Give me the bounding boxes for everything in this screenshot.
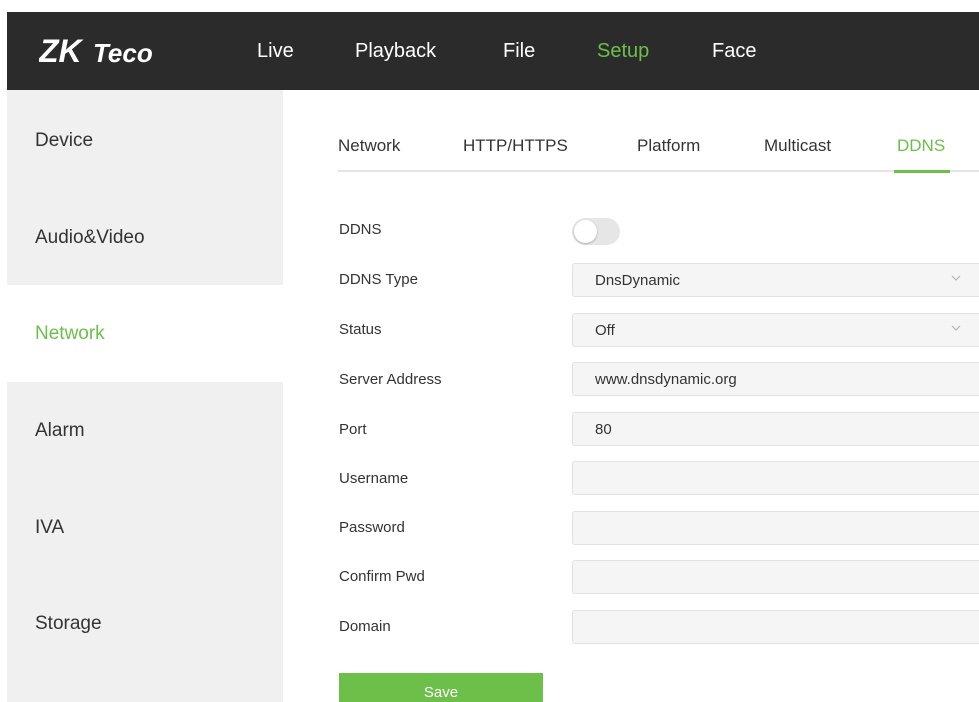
zkteco-logo: ZK Teco: [39, 33, 153, 69]
server-address-input[interactable]: www.dnsdynamic.org: [572, 362, 979, 396]
nav-face[interactable]: Face: [712, 40, 756, 63]
svg-text:ZK: ZK: [39, 33, 85, 69]
tab-platform[interactable]: Platform: [637, 136, 700, 156]
status-label: Status: [339, 321, 382, 338]
password-label: Password: [339, 519, 405, 536]
svg-text:Teco: Teco: [93, 38, 153, 68]
confirm-pwd-label: Confirm Pwd: [339, 568, 425, 585]
tab-ddns[interactable]: DDNS: [897, 136, 945, 156]
port-value: 80: [595, 420, 612, 438]
window-frame-top: [0, 0, 979, 12]
tab-multicast[interactable]: Multicast: [764, 136, 831, 156]
nav-playback[interactable]: Playback: [355, 40, 436, 63]
ddns-type-select[interactable]: DnsDynamic: [572, 263, 979, 297]
tab-network[interactable]: Network: [338, 136, 400, 156]
port-label: Port: [339, 421, 367, 438]
status-select[interactable]: Off: [572, 313, 979, 347]
sidebar-item-device[interactable]: Device: [7, 92, 283, 189]
window-frame-left: [0, 0, 7, 702]
save-button[interactable]: Save: [339, 673, 543, 702]
nav-live[interactable]: Live: [257, 40, 294, 63]
nav-file[interactable]: File: [503, 40, 535, 63]
nav-setup[interactable]: Setup: [597, 40, 649, 63]
sidebar-item-alarm[interactable]: Alarm: [7, 382, 283, 479]
sidebar-item-iva[interactable]: IVA: [7, 479, 283, 576]
password-input[interactable]: [572, 511, 979, 545]
chevron-down-icon: [951, 325, 961, 331]
ddns-toggle[interactable]: [572, 218, 620, 245]
sidebar-item-storage[interactable]: Storage: [7, 575, 283, 672]
sidebar: Device Audio&Video Network Alarm IVA Sto…: [7, 90, 283, 702]
ddns-type-label: DDNS Type: [339, 271, 418, 288]
domain-label: Domain: [339, 618, 391, 635]
status-value: Off: [595, 321, 615, 339]
top-nav-bar: ZK Teco Live Playback File Setup Face: [7, 12, 979, 90]
sidebar-item-network[interactable]: Network: [7, 285, 283, 382]
tab-http-https[interactable]: HTTP/HTTPS: [463, 136, 568, 156]
confirm-pwd-input[interactable]: [572, 560, 979, 594]
server-address-value: www.dnsdynamic.org: [595, 370, 737, 388]
sidebar-item-audio-video[interactable]: Audio&Video: [7, 189, 283, 286]
port-input[interactable]: 80: [572, 412, 979, 446]
ddns-label: DDNS: [339, 221, 382, 238]
chevron-down-icon: [951, 275, 961, 281]
username-label: Username: [339, 470, 409, 487]
toggle-knob: [574, 220, 597, 243]
sub-tabs: Network HTTP/HTTPS Platform Multicast DD…: [338, 130, 979, 172]
server-address-label: Server Address: [339, 371, 442, 388]
username-input[interactable]: [572, 461, 979, 495]
ddns-type-value: DnsDynamic: [595, 271, 681, 289]
main-panel: Network HTTP/HTTPS Platform Multicast DD…: [283, 90, 979, 702]
active-tab-indicator: [894, 170, 950, 173]
domain-input[interactable]: [572, 610, 979, 644]
